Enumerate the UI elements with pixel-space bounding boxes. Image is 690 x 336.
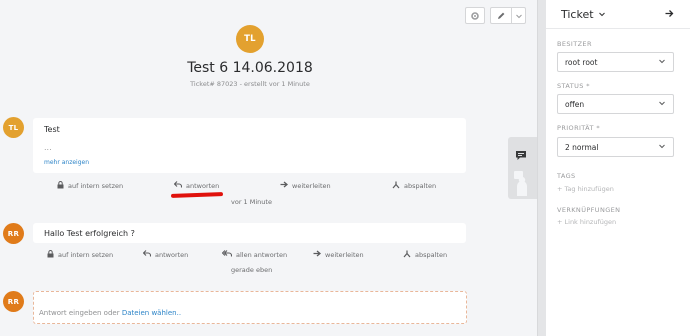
- chat-icon: [515, 146, 527, 165]
- ticket-title[interactable]: Test 6 14.06.2018: [150, 60, 350, 76]
- forward-action[interactable]: weiterleiten: [313, 250, 364, 259]
- forward-icon: [280, 181, 289, 190]
- customer-tab[interactable]: [514, 171, 528, 201]
- add-link-link[interactable]: + Link hinzufügen: [557, 218, 616, 226]
- red-annotation-mark: [170, 192, 224, 198]
- set-internal-label: auf intern setzen: [68, 182, 124, 190]
- sidebar-tabs: [508, 137, 537, 199]
- arrow-right-icon: [665, 10, 674, 21]
- edit-dropdown-button[interactable]: [511, 7, 526, 24]
- reply-placeholder: Antwort eingeben oder Dateien wählen..: [39, 309, 181, 317]
- forward-label: weiterleiten: [292, 181, 331, 190]
- split-label: abspalten: [415, 251, 448, 259]
- split-action[interactable]: abspalten: [403, 250, 447, 260]
- owner-label: BESITZER: [557, 40, 592, 48]
- article-text: Test: [44, 125, 60, 134]
- state-label: STATUS *: [557, 82, 590, 90]
- reply-placeholder-text: Antwort eingeben oder: [39, 309, 122, 317]
- collapse-sidebar-button[interactable]: [665, 9, 674, 21]
- set-internal-action[interactable]: auf intern setzen: [47, 250, 113, 260]
- sidebar-title-text: Ticket: [561, 8, 594, 21]
- reply-icon: [173, 181, 183, 190]
- owner-select[interactable]: root root: [557, 52, 674, 72]
- forward-action[interactable]: weiterleiten: [280, 181, 331, 190]
- article-avatar[interactable]: RR: [3, 223, 24, 244]
- article-text: Hallo Test erfolgreich ?: [44, 229, 135, 238]
- customer-icon: [514, 171, 528, 201]
- chevron-down-icon: [658, 142, 666, 152]
- chevron-down-icon: [515, 12, 523, 20]
- article-timestamp: vor 1 Minute: [231, 198, 272, 206]
- split-icon: [392, 181, 400, 191]
- priority-label: PRIORITÄT *: [557, 124, 600, 132]
- chevron-down-icon: [598, 8, 606, 21]
- show-more-link[interactable]: mehr anzeigen: [44, 159, 89, 166]
- chevron-down-icon: [658, 57, 666, 67]
- gear-icon: [470, 11, 480, 21]
- set-internal-label: auf intern setzen: [58, 251, 114, 259]
- customer-avatar[interactable]: TL: [236, 25, 264, 53]
- forward-label: weiterleiten: [325, 250, 364, 259]
- ticket-meta: Ticket# 87023 - erstellt vor 1 Minute: [190, 80, 310, 88]
- set-internal-action[interactable]: auf intern setzen: [57, 181, 123, 191]
- article-timestamp: gerade eben: [231, 266, 273, 274]
- state-select[interactable]: offen: [557, 94, 674, 114]
- reply-label: antworten: [155, 250, 189, 259]
- reply-all-action[interactable]: allen antworten: [221, 250, 288, 259]
- ticket-zoom-main: TL Test 6 14.06.2018 Ticket# 87023 - ers…: [0, 0, 537, 336]
- forward-icon: [313, 250, 322, 259]
- edit-button[interactable]: [490, 7, 512, 24]
- tags-label: TAGS: [557, 172, 576, 180]
- split-label: abspalten: [404, 182, 437, 190]
- article-bubble: Hallo Test erfolgreich ?: [33, 223, 466, 243]
- reply-all-label: allen antworten: [236, 250, 288, 259]
- article-bubble: Test ... mehr anzeigen: [33, 118, 466, 173]
- reply-action[interactable]: antworten: [142, 250, 189, 259]
- priority-value: 2 normal: [565, 143, 599, 152]
- reply-icon: [142, 250, 152, 259]
- pencil-icon: [496, 11, 506, 21]
- owner-value: root root: [565, 58, 598, 67]
- links-label: VERKNÜPFUNGEN: [557, 206, 621, 214]
- panel-divider[interactable]: [537, 0, 546, 336]
- article-ellipsis: ...: [44, 143, 52, 152]
- settings-button[interactable]: [465, 7, 485, 24]
- lock-icon: [57, 181, 64, 191]
- reply-all-icon: [221, 250, 233, 259]
- reply-input[interactable]: Antwort eingeben oder Dateien wählen..: [33, 291, 467, 324]
- priority-select[interactable]: 2 normal: [557, 137, 674, 157]
- agent-avatar[interactable]: RR: [3, 291, 24, 312]
- split-action[interactable]: abspalten: [392, 181, 436, 191]
- sidebar-divider: [546, 28, 690, 29]
- sidebar-title[interactable]: Ticket: [561, 8, 606, 21]
- reply-action[interactable]: antworten: [173, 181, 220, 190]
- reply-label: antworten: [186, 181, 220, 190]
- choose-files-link[interactable]: Dateien wählen..: [122, 309, 181, 317]
- article-avatar[interactable]: TL: [3, 117, 24, 138]
- ticket-tab[interactable]: [515, 146, 527, 165]
- add-tag-link[interactable]: + Tag hinzufügen: [557, 185, 614, 193]
- lock-icon: [47, 250, 54, 260]
- chevron-down-icon: [658, 99, 666, 109]
- state-value: offen: [565, 100, 585, 109]
- ticket-sidebar: Ticket BESITZER root root STATUS * offen…: [546, 0, 690, 336]
- split-icon: [403, 250, 411, 260]
